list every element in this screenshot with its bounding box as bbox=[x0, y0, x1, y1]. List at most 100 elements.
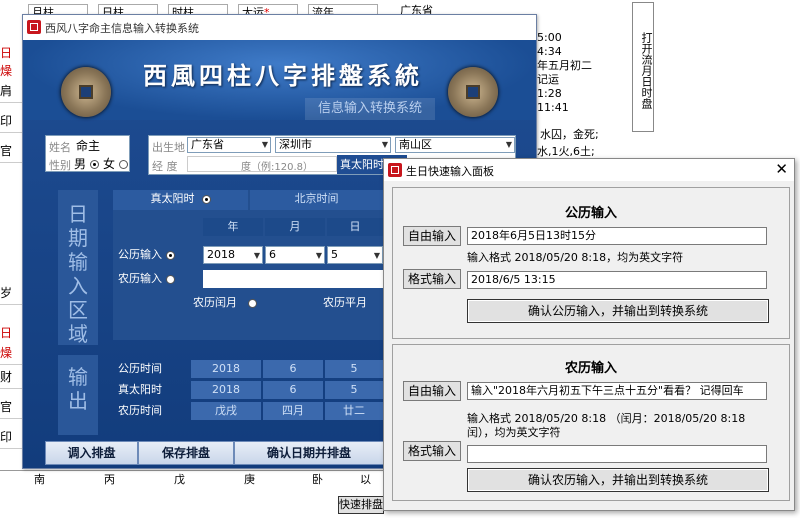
solar-free-input-button[interactable]: 自由输入 bbox=[403, 226, 461, 246]
longitude-hint: 度（例:120.8） bbox=[241, 162, 313, 173]
lunar-free-input-button[interactable]: 自由输入 bbox=[403, 381, 461, 401]
district-select[interactable]: 南山区 ▼ bbox=[395, 137, 515, 153]
solar-format-hint: 输入格式 2018/05/20 8:18，均为英文字符 bbox=[467, 251, 684, 264]
chevron-down-icon: ▼ bbox=[315, 251, 322, 260]
coin-icon bbox=[61, 67, 111, 117]
right-info-line: 4:34 bbox=[537, 45, 562, 58]
output-label: 输出 bbox=[68, 365, 88, 413]
col-day: 日 bbox=[327, 218, 383, 236]
solar-input-group: 公历输入 自由输入 2018年6月5日13时15分 输入格式 2018/05/2… bbox=[392, 187, 790, 339]
close-icon[interactable]: ✕ bbox=[775, 160, 788, 178]
lunar-free-input[interactable]: 输入"2018年六月初五下午三点十五分"看看？ 记得回车 bbox=[467, 382, 767, 400]
longitude-label: 经 度 bbox=[152, 160, 178, 173]
chevron-down-icon: ▼ bbox=[373, 251, 380, 260]
right-info-line: 记运 bbox=[537, 73, 559, 86]
province-select[interactable]: 广东省 ▼ bbox=[187, 137, 271, 153]
banner-title: 西風四柱八字排盤系統 bbox=[143, 61, 423, 90]
quick-chart-button[interactable]: 快速排盘 bbox=[338, 496, 384, 514]
radio-icon bbox=[165, 274, 175, 284]
output-table: 公历时间 2018 6 5 真太阳时 2018 6 5 农历时间 戊戌 四月 廿… bbox=[113, 360, 383, 422]
gender-female-radio[interactable]: 女 bbox=[103, 155, 128, 172]
bottom-row: 南 丙 戊 庚 卧 以 bbox=[0, 470, 383, 486]
beijing-time-header[interactable]: 北京时间 bbox=[250, 190, 383, 210]
output-cell: 2018 bbox=[191, 360, 261, 378]
right-info-line: 11:41 bbox=[537, 101, 569, 114]
day-select[interactable]: 5 ▼ bbox=[327, 246, 383, 264]
banner: 西風四柱八字排盤系統 信息输入转换系统 bbox=[23, 40, 536, 120]
output-cell: 戊戌 bbox=[191, 402, 261, 420]
save-chart-button[interactable]: 保存排盘 bbox=[138, 441, 234, 465]
lunar-confirm-button[interactable]: 确认农历输入，并输出到转换系统 bbox=[467, 468, 769, 492]
gender-male-radio[interactable]: 男 bbox=[74, 155, 99, 172]
birthplace-label: 出生地 bbox=[152, 141, 185, 154]
gender-label: 性别 bbox=[49, 159, 71, 172]
main-title-bar[interactable]: 西风八字命主信息输入转换系统 bbox=[23, 15, 536, 40]
solar-input-radio[interactable]: 公历输入 bbox=[118, 246, 175, 264]
right-info-line: 年五月初二 bbox=[537, 59, 592, 72]
chevron-down-icon: ▼ bbox=[505, 140, 512, 149]
year-select[interactable]: 2018 ▼ bbox=[203, 246, 263, 264]
name-label: 姓名 bbox=[49, 141, 71, 154]
radio-icon bbox=[247, 298, 257, 308]
output-panel: 输出 bbox=[58, 355, 98, 435]
col-month: 月 bbox=[265, 218, 325, 236]
chevron-down-icon: ▼ bbox=[381, 140, 388, 149]
lunar-format-input[interactable] bbox=[467, 445, 767, 463]
col-year: 年 bbox=[203, 218, 263, 236]
radio-icon bbox=[201, 194, 211, 204]
left-item: 燥土 bbox=[0, 342, 22, 365]
left-item: 官 bbox=[0, 140, 22, 163]
month-select[interactable]: 6 ▼ bbox=[265, 246, 325, 264]
name-input[interactable]: 命主 bbox=[76, 137, 100, 154]
left-item: 肩 bbox=[0, 80, 22, 103]
output-cell: 廿二 bbox=[325, 402, 383, 420]
lunar-date-input[interactable] bbox=[203, 270, 383, 288]
solar-format-input-button[interactable]: 格式输入 bbox=[403, 269, 461, 289]
right-info-line: 水,1火,6土; bbox=[537, 145, 595, 158]
output-cell: 2018 bbox=[191, 381, 261, 399]
lunar-normal-radio[interactable]: 农历平月 bbox=[323, 294, 367, 312]
coin-icon bbox=[448, 67, 498, 117]
radio-icon bbox=[165, 250, 175, 260]
left-item: 财 bbox=[0, 366, 22, 389]
date-zone-panel: 日期输入区域 bbox=[58, 190, 98, 346]
date-input-grid: 真太阳时 北京时间 年 月 日 公历输入 2018 ▼ 6 ▼ 5 ▼ 农历输入 农历… bbox=[113, 190, 383, 340]
lunar-leap-radio[interactable]: 农历闰月 bbox=[193, 294, 257, 312]
right-info-line: 5:00 bbox=[537, 31, 562, 44]
open-flow-chart-button[interactable]: 打开流月日时盘 bbox=[632, 2, 654, 132]
lunar-format-hint: 输入格式 2018/05/20 8:18 （闰月：2018/05/20 8:18 bbox=[467, 412, 746, 425]
panel-title: 生日快速输入面板 bbox=[406, 165, 494, 178]
solar-format-input[interactable]: 2018/6/5 13:15 bbox=[467, 271, 767, 289]
true-solar-header[interactable]: 真太阳时 bbox=[113, 190, 248, 210]
output-cell: 6 bbox=[263, 360, 323, 378]
left-item: 印 bbox=[0, 426, 22, 449]
output-cell: 6 bbox=[263, 381, 323, 399]
date-zone-label: 日期输入区域 bbox=[68, 202, 88, 346]
right-info-line: 水囚，金死; bbox=[540, 128, 599, 141]
panel-title-bar[interactable]: 生日快速输入面板 ✕ bbox=[384, 159, 794, 181]
output-row-label: 公历时间 bbox=[118, 362, 162, 375]
solar-group-title: 公历输入 bbox=[564, 206, 617, 221]
name-gender-box: 姓名 命主 性别 男 女 bbox=[45, 135, 130, 172]
solar-free-input[interactable]: 2018年6月5日13时15分 bbox=[467, 227, 767, 245]
left-item: 岁 bbox=[0, 282, 22, 305]
banner-subtitle: 信息输入转换系统 bbox=[305, 98, 435, 120]
lunar-input-radio[interactable]: 农历输入 bbox=[118, 270, 175, 288]
output-cell: 5 bbox=[325, 381, 383, 399]
lunar-format-input-button[interactable]: 格式输入 bbox=[403, 441, 461, 461]
quick-input-panel: 生日快速输入面板 ✕ 公历输入 自由输入 2018年6月5日13时15分 输入格… bbox=[383, 158, 795, 511]
solar-confirm-button[interactable]: 确认公历输入，并输出到转换系统 bbox=[467, 299, 769, 323]
app-logo-icon bbox=[388, 163, 402, 177]
radio-icon bbox=[89, 160, 99, 169]
radio-icon bbox=[118, 160, 128, 169]
right-info-line: 1:28 bbox=[537, 87, 562, 100]
import-chart-button[interactable]: 调入排盘 bbox=[45, 441, 138, 465]
confirm-date-chart-button[interactable]: 确认日期并排盘 bbox=[234, 441, 384, 465]
city-select[interactable]: 深圳市 ▼ bbox=[275, 137, 391, 153]
app-logo-icon bbox=[27, 20, 41, 34]
output-cell: 四月 bbox=[263, 402, 323, 420]
chevron-down-icon: ▼ bbox=[261, 140, 268, 149]
lunar-format-hint-2: 闰），均为英文字符 bbox=[467, 426, 561, 439]
chevron-down-icon: ▼ bbox=[253, 251, 260, 260]
lunar-group-title: 农历输入 bbox=[564, 361, 617, 376]
